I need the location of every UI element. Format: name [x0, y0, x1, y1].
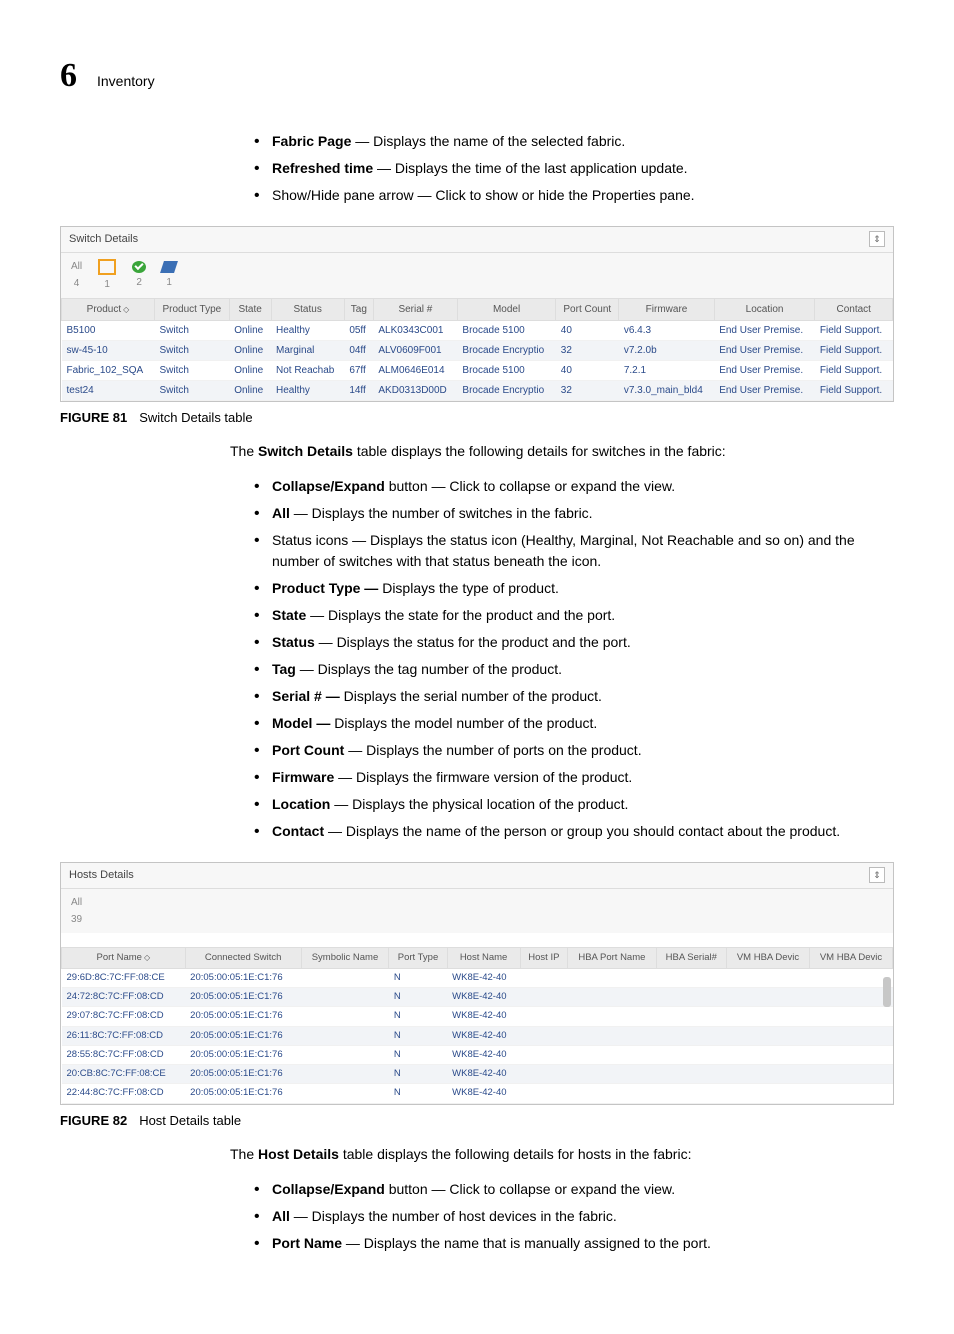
status-unreachable[interactable]: 1 — [162, 261, 176, 290]
collapse-expand-icon[interactable]: ⇕ — [869, 867, 885, 883]
col-model[interactable]: Model — [457, 298, 555, 320]
col-portname[interactable]: Port Name◇ — [62, 947, 186, 968]
list-item: Collapse/Expand button — Click to collap… — [254, 476, 894, 497]
status-marginal[interactable]: 1 — [98, 259, 116, 292]
hosts-table: Port Name◇ Connected Switch Symbolic Nam… — [61, 947, 893, 1104]
healthy-icon — [132, 261, 146, 273]
page-header: 6 Inventory — [60, 50, 894, 101]
list-item: Status icons — Displays the status icon … — [254, 530, 894, 572]
scrollbar[interactable] — [883, 915, 891, 1102]
chapter-number: 6 — [60, 50, 77, 101]
list-item: Tag — Displays the tag number of the pro… — [254, 659, 894, 680]
col-firmware[interactable]: Firmware — [619, 298, 714, 320]
status-all[interactable]: All 39 — [71, 895, 82, 927]
col-state[interactable]: State — [229, 298, 271, 320]
list-item: Product Type — Displays the type of prod… — [254, 578, 894, 599]
table-row[interactable]: 26:11:8C:7C:FF:08:CD20:05:00:05:1E:C1:76… — [62, 1026, 893, 1045]
status-row: All 4 1 2 1 — [61, 253, 893, 298]
table-row[interactable]: 22:44:8C:7C:FF:08:CD20:05:00:05:1E:C1:76… — [62, 1084, 893, 1103]
table-row[interactable]: sw-45-10SwitchOnlineMarginal04ffALV0609F… — [62, 340, 893, 360]
list-item: Show/Hide pane arrow — Click to show or … — [254, 185, 894, 206]
list-item: Fabric Page — Displays the name of the s… — [254, 131, 894, 152]
unreachable-icon — [160, 261, 178, 273]
table-row[interactable]: Fabric_102_SQASwitchOnlineNot Reachab67f… — [62, 360, 893, 380]
col-hostname[interactable]: Host Name — [447, 947, 520, 968]
list-item: Serial # — Displays the serial number of… — [254, 686, 894, 707]
table-row[interactable]: 29:07:8C:7C:FF:08:CD20:05:00:05:1E:C1:76… — [62, 1007, 893, 1026]
table-row[interactable]: 29:6D:8C:7C:FF:08:CE20:05:00:05:1E:C1:76… — [62, 968, 893, 987]
list-item: Status — Displays the status for the pro… — [254, 632, 894, 653]
list-item: Port Name — Displays the name that is ma… — [254, 1233, 894, 1254]
list-item: Port Count — Displays the number of port… — [254, 740, 894, 761]
list-item: All — Displays the number of host device… — [254, 1206, 894, 1227]
status-healthy[interactable]: 2 — [132, 261, 146, 290]
list-item: Contact — Displays the name of the perso… — [254, 821, 894, 842]
switch-table: Product◇ Product Type State Status Tag S… — [61, 298, 893, 401]
switch-details-panel: Switch Details ⇕ All 4 1 2 1 Product◇ Pr… — [60, 226, 894, 402]
hosts-details-list: Collapse/Expand button — Click to collap… — [254, 1179, 894, 1254]
table-row[interactable]: 24:72:8C:7C:FF:08:CD20:05:00:05:1E:C1:76… — [62, 988, 893, 1007]
list-item: Collapse/Expand button — Click to collap… — [254, 1179, 894, 1200]
chapter-title: Inventory — [97, 71, 155, 92]
panel-title-text: Switch Details — [69, 231, 138, 248]
collapse-expand-icon[interactable]: ⇕ — [869, 231, 885, 247]
col-location[interactable]: Location — [714, 298, 815, 320]
col-hbaserial[interactable]: HBA Serial# — [656, 947, 726, 968]
hosts-details-panel: Hosts Details ⇕ All 39 Port Name◇ Connec… — [60, 862, 894, 1105]
col-ptype[interactable]: Product Type — [154, 298, 229, 320]
col-hostip[interactable]: Host IP — [520, 947, 568, 968]
col-connswitch[interactable]: Connected Switch — [185, 947, 301, 968]
table-row[interactable]: 28:55:8C:7C:FF:08:CD20:05:00:05:1E:C1:76… — [62, 1045, 893, 1064]
figure-82-caption: FIGURE 82Host Details table — [60, 1111, 894, 1131]
panel-title-text: Hosts Details — [69, 867, 134, 884]
intro-list: Fabric Page — Displays the name of the s… — [254, 131, 894, 206]
figure-81-caption: FIGURE 81Switch Details table — [60, 408, 894, 428]
switch-details-list: Collapse/Expand button — Click to collap… — [254, 476, 894, 842]
col-product[interactable]: Product◇ — [62, 298, 155, 320]
status-all[interactable]: All 4 — [71, 259, 82, 291]
col-symname[interactable]: Symbolic Name — [301, 947, 389, 968]
marginal-icon — [98, 259, 116, 275]
col-vmhba2[interactable]: VM HBA Devic — [809, 947, 892, 968]
list-item: Firmware — Displays the firmware version… — [254, 767, 894, 788]
hosts-details-intro: The Host Details table displays the foll… — [230, 1144, 894, 1165]
table-row[interactable]: 20:CB:8C:7C:FF:08:CE20:05:00:05:1E:C1:76… — [62, 1065, 893, 1084]
col-hbaport[interactable]: HBA Port Name — [568, 947, 656, 968]
col-vmhba1[interactable]: VM HBA Devic — [727, 947, 810, 968]
switch-details-intro: The Switch Details table displays the fo… — [230, 441, 894, 462]
col-serial[interactable]: Serial # — [373, 298, 457, 320]
table-row[interactable]: test24SwitchOnlineHealthy14ffAKD0313D00D… — [62, 380, 893, 400]
list-item: All — Displays the number of switches in… — [254, 503, 894, 524]
col-porttype[interactable]: Port Type — [389, 947, 447, 968]
list-item: Location — Displays the physical locatio… — [254, 794, 894, 815]
list-item: Model — Displays the model number of the… — [254, 713, 894, 734]
col-tag[interactable]: Tag — [344, 298, 373, 320]
list-item: State — Displays the state for the produ… — [254, 605, 894, 626]
list-item: Refreshed time — Displays the time of th… — [254, 158, 894, 179]
col-contact[interactable]: Contact — [815, 298, 893, 320]
table-row[interactable]: B5100SwitchOnlineHealthy05ffALK0343C001B… — [62, 320, 893, 340]
col-portcount[interactable]: Port Count — [556, 298, 619, 320]
col-status[interactable]: Status — [271, 298, 344, 320]
status-row: All 39 — [61, 889, 893, 933]
